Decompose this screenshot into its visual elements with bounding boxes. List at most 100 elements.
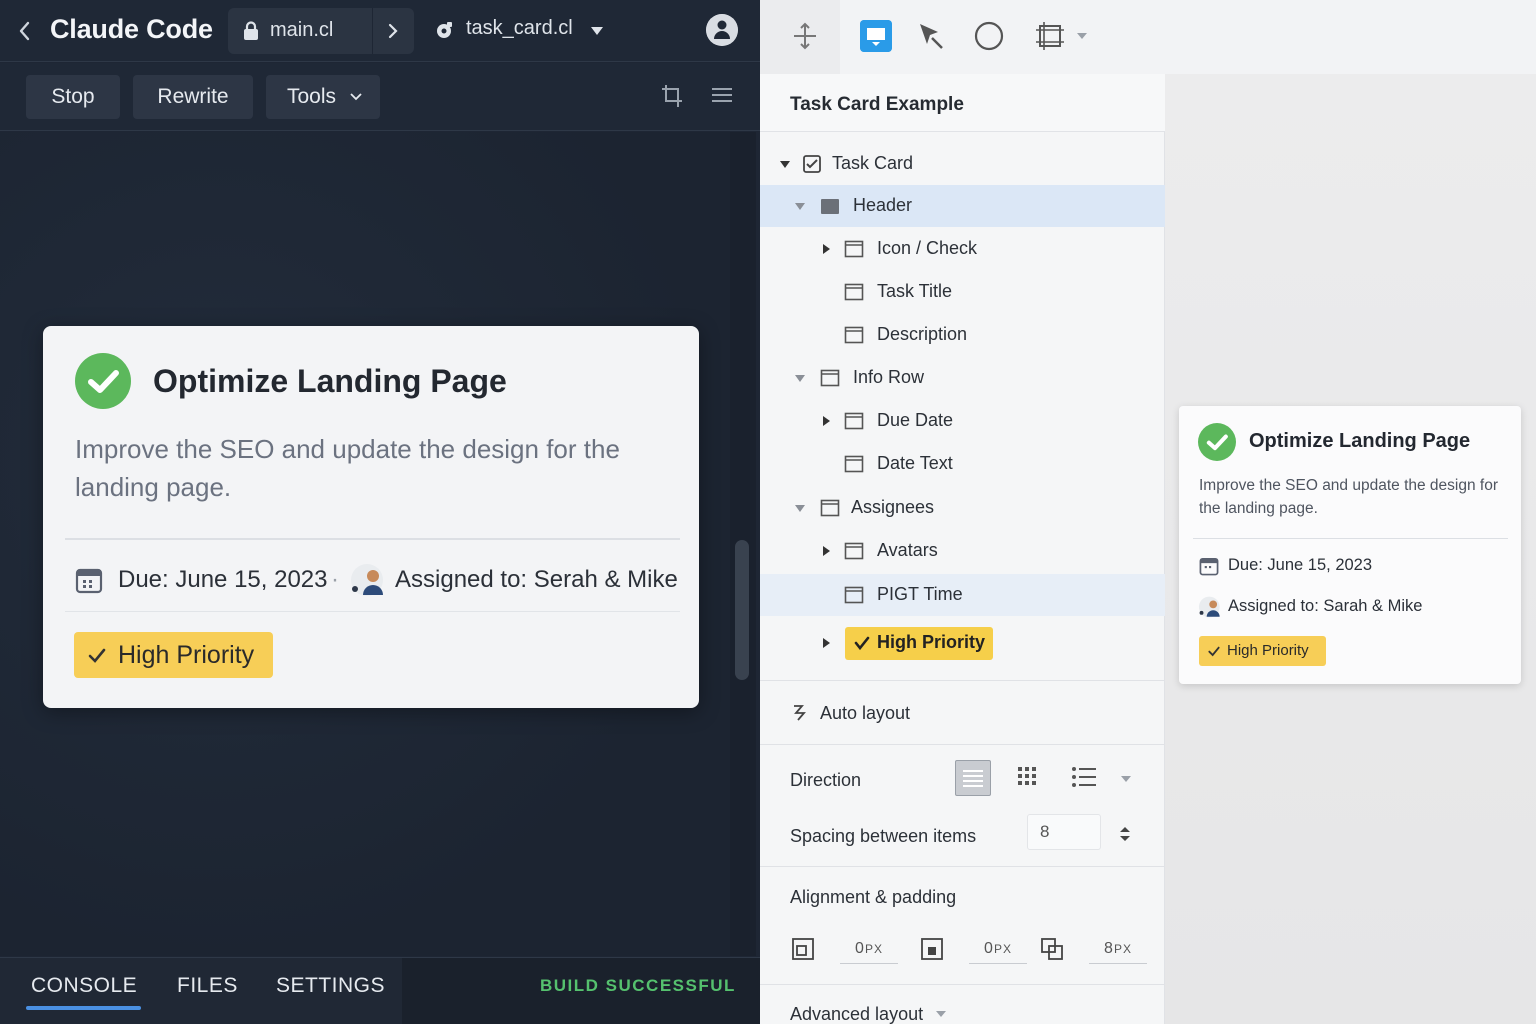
panel-header: Task Card Example — [760, 74, 1165, 132]
divider — [1193, 538, 1508, 539]
expand-triangle-icon[interactable] — [820, 545, 832, 557]
padding-right-field[interactable]: 8PX — [1089, 934, 1147, 964]
avatar-icon — [351, 564, 383, 596]
frame-layer-icon — [844, 586, 864, 604]
layer-label: Task Title — [877, 281, 953, 301]
task-card[interactable]: Optimize Landing Page Improve the SEO an… — [43, 326, 699, 708]
unit-label: PX — [993, 942, 1012, 956]
second-file-tab-label: task_card.cl — [466, 17, 573, 39]
frame-layer-icon — [820, 499, 840, 517]
layer-assignees[interactable]: Assignees — [760, 487, 1165, 529]
layer-due-date[interactable]: Due Date — [760, 400, 1165, 442]
expand-triangle-icon[interactable] — [794, 372, 806, 384]
pen-icon[interactable] — [916, 20, 946, 52]
file-tab[interactable]: main.cl — [228, 8, 414, 54]
expand-triangle-icon[interactable] — [794, 200, 806, 212]
action-toolbar: Stop Rewrite Tools — [0, 63, 760, 131]
padding-center-value: 0 — [984, 940, 994, 957]
stepper-icon[interactable] — [1119, 826, 1131, 842]
padding-left-icon[interactable] — [791, 937, 815, 961]
direction-vertical-button[interactable] — [955, 760, 991, 796]
expand-triangle-icon[interactable] — [820, 415, 832, 427]
padding-left-field[interactable]: 0PX — [840, 934, 898, 964]
direction-list-button[interactable] — [1070, 764, 1098, 792]
bottom-bar: CONSOLE FILES SETTINGS BUILD SUCCESSFUL — [0, 957, 760, 1024]
padding-center-icon[interactable] — [920, 937, 944, 961]
check-circle-icon — [1198, 423, 1236, 461]
layer-label: Task Card — [832, 153, 914, 173]
editor-pane: Claude Code main.cl task_card.cl Stop Re… — [0, 0, 760, 1024]
layer-label: Description — [877, 324, 968, 344]
layer-high-priority[interactable]: High Priority — [845, 627, 993, 660]
frame-layer-icon — [844, 455, 864, 473]
check-icon — [1208, 646, 1220, 657]
tools-dropdown[interactable]: Tools — [266, 75, 380, 119]
task-description: Improve the SEO and update the design fo… — [1199, 477, 1498, 517]
layer-avatars[interactable]: Avatars — [760, 530, 1165, 572]
caret-down-icon[interactable] — [935, 1010, 947, 1018]
chevron-right-icon[interactable] — [386, 22, 400, 40]
auto-layout-icon — [794, 705, 806, 721]
expand-triangle-icon[interactable] — [779, 158, 791, 170]
app-title: Claude Code — [50, 14, 213, 44]
expand-triangle-icon[interactable] — [820, 637, 832, 649]
component-icon — [803, 155, 821, 173]
padding-left-value: 0 — [855, 940, 865, 957]
circle-icon[interactable] — [973, 20, 1005, 52]
layer-task-card[interactable]: Task Card — [760, 143, 1165, 185]
tools-label: Tools — [287, 85, 337, 108]
menu-icon[interactable] — [710, 85, 734, 105]
task-description: Improve the SEO and update the design fo… — [75, 434, 620, 502]
tab-console[interactable]: CONSOLE — [31, 974, 137, 998]
caret-down-icon[interactable] — [590, 26, 604, 36]
unit-label: PX — [1113, 942, 1132, 956]
rewrite-button[interactable]: Rewrite — [133, 75, 253, 119]
scrollbar-thumb[interactable] — [735, 540, 749, 680]
advanced-layout-label[interactable]: Advanced layout — [790, 1004, 923, 1024]
layer-icon-check[interactable]: Icon / Check — [760, 228, 1165, 270]
layer-label: High Priority — [877, 632, 986, 652]
layer-label: Avatars — [877, 540, 938, 560]
tab-settings[interactable]: SETTINGS — [276, 974, 385, 998]
divider — [372, 8, 373, 54]
layer-date-text[interactable]: Date Text — [760, 443, 1165, 485]
priority-badge[interactable]: High Priority — [1199, 636, 1326, 666]
padding-right-icon[interactable] — [1040, 937, 1064, 961]
expand-triangle-icon[interactable] — [820, 243, 832, 255]
avatar-icon — [1198, 596, 1220, 618]
divider — [760, 984, 1165, 985]
layer-label: Assignees — [851, 497, 935, 517]
lines-icon — [963, 770, 983, 787]
preview-task-card[interactable]: Optimize Landing Page Improve the SEO an… — [1179, 406, 1521, 684]
layer-task-title[interactable]: Task Title — [760, 271, 1165, 313]
back-chevron-icon[interactable] — [14, 18, 36, 44]
layer-label: Date Text — [877, 453, 953, 473]
caret-down-icon[interactable] — [1120, 775, 1132, 783]
due-date: Due: June 15, 2023 — [118, 566, 328, 593]
tab-files[interactable]: FILES — [177, 974, 238, 998]
move-icon[interactable] — [792, 22, 818, 50]
layer-description[interactable]: Description — [760, 314, 1165, 356]
priority-badge[interactable]: High Priority — [74, 632, 273, 678]
calendar-icon — [1199, 558, 1219, 576]
frame-icon[interactable] — [860, 20, 892, 52]
caret-down-icon[interactable] — [1076, 32, 1088, 40]
crop-icon[interactable] — [660, 83, 684, 109]
direction-grid-button[interactable] — [1016, 764, 1044, 792]
crop-frame-icon[interactable] — [1034, 20, 1066, 52]
separator-dot: · — [331, 566, 339, 593]
folder-icon — [821, 199, 839, 214]
layer-header[interactable]: Header — [760, 185, 1165, 227]
active-tab-indicator — [26, 1006, 141, 1010]
layer-pigt-time[interactable]: PIGT Time — [760, 574, 1165, 616]
expand-triangle-icon[interactable] — [794, 502, 806, 514]
padding-center-field[interactable]: 0PX — [969, 934, 1027, 964]
layer-info-row[interactable]: Info Row — [760, 357, 1165, 399]
divider — [65, 538, 680, 540]
title-bar: Claude Code main.cl task_card.cl — [0, 0, 760, 62]
frame-layer-icon — [844, 240, 864, 258]
check-icon — [854, 636, 870, 651]
stop-button[interactable]: Stop — [26, 75, 120, 119]
user-icon[interactable] — [706, 14, 738, 46]
spacing-input[interactable]: 8 — [1027, 814, 1101, 850]
